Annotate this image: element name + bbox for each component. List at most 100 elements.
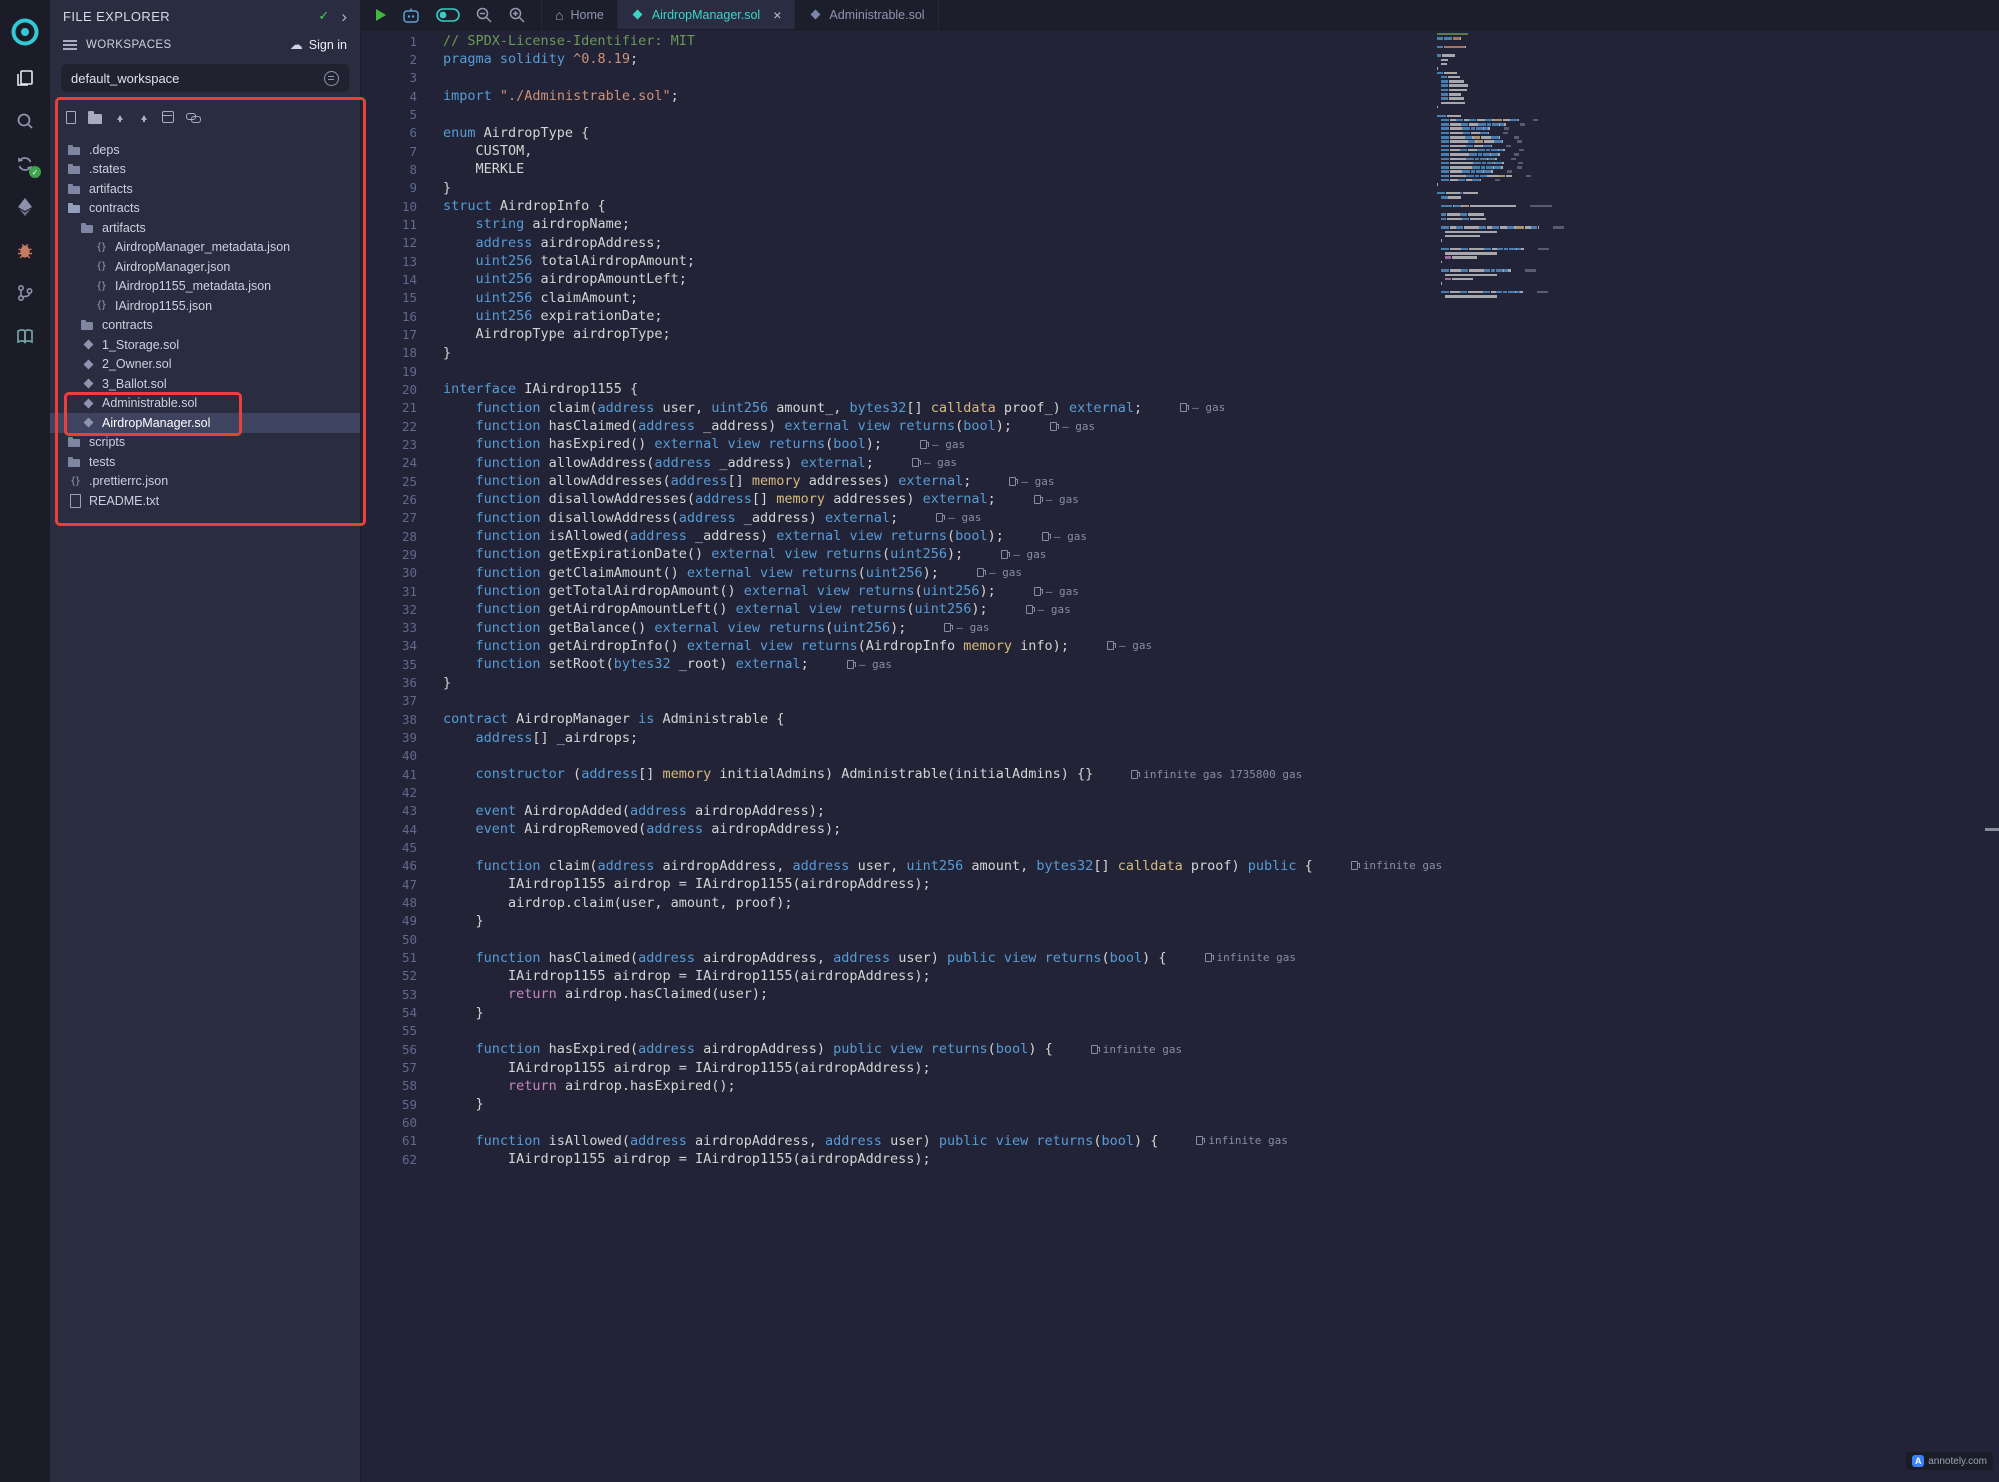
code-line[interactable]: 45 (361, 838, 1999, 856)
workspaces-menu-icon[interactable] (63, 40, 77, 50)
workspace-selector[interactable]: default_workspace (61, 64, 349, 92)
code-line[interactable]: 62 IAirdrop1155 airdrop = IAirdrop1155(a… (361, 1150, 1999, 1168)
publish-to-ipfs-icon[interactable] (162, 111, 174, 123)
code-line[interactable]: 1// SPDX-License-Identifier: MIT (361, 32, 1999, 50)
code-line[interactable]: 22 function hasClaimed(address _address)… (361, 417, 1999, 435)
code-line[interactable]: 58 return airdrop.hasExpired(); (361, 1077, 1999, 1095)
code-line[interactable]: 4import "./Administrable.sol"; (361, 87, 1999, 105)
tree-item-2-owner-sol[interactable]: 2_Owner.sol (50, 355, 360, 375)
tree-item-artifacts[interactable]: artifacts (50, 218, 360, 238)
code-line[interactable]: 57 IAirdrop1155 airdrop = IAirdrop1155(a… (361, 1058, 1999, 1076)
zoom-out-icon[interactable] (475, 6, 493, 24)
tree-item-airdropmanager-sol[interactable]: AirdropManager.sol (50, 413, 360, 433)
close-tab-icon[interactable]: × (773, 8, 781, 22)
code-line[interactable]: 37 (361, 692, 1999, 710)
code-line[interactable]: 16 uint256 expirationDate; (361, 307, 1999, 325)
code-line[interactable]: 55 (361, 1022, 1999, 1040)
tab-home[interactable]: ⌂Home (542, 0, 618, 29)
code-line[interactable]: 11 string airdropName; (361, 215, 1999, 233)
minimap[interactable] (1437, 32, 1565, 298)
tree-item-iairdrop1155-json[interactable]: {}IAirdrop1155.json (50, 296, 360, 316)
code-line[interactable]: 61 function isAllowed(address airdropAdd… (361, 1132, 1999, 1150)
code-line[interactable]: 20interface IAirdrop1155 { (361, 380, 1999, 398)
code-line[interactable]: 60 (361, 1113, 1999, 1131)
tree-item-3-ballot-sol[interactable]: 3_Ballot.sol (50, 374, 360, 394)
sign-in-button[interactable]: ☁ Sign in (290, 37, 347, 53)
code-line[interactable]: 6enum AirdropType { (361, 124, 1999, 142)
code-editor[interactable]: 1// SPDX-License-Identifier: MIT2pragma … (361, 30, 1999, 1482)
tree-item--deps[interactable]: .deps (50, 140, 360, 160)
code-line[interactable]: 5 (361, 105, 1999, 123)
code-line[interactable]: 56 function hasExpired(address airdropAd… (361, 1040, 1999, 1058)
code-line[interactable]: 2pragma solidity ^0.8.19; (361, 50, 1999, 68)
tree-item-scripts[interactable]: scripts (50, 433, 360, 453)
code-line[interactable]: 46 function claim(address airdropAddress… (361, 857, 1999, 875)
zoom-in-icon[interactable] (508, 6, 526, 24)
tree-item-administrable-sol[interactable]: Administrable.sol (50, 394, 360, 414)
code-line[interactable]: 21 function claim(address user, uint256 … (361, 399, 1999, 417)
code-line[interactable]: 31 function getTotalAirdropAmount() exte… (361, 582, 1999, 600)
code-line[interactable]: 14 uint256 airdropAmountLeft; (361, 270, 1999, 288)
code-line[interactable]: 10struct AirdropInfo { (361, 197, 1999, 215)
file-explorer-icon[interactable] (0, 56, 50, 99)
publish-to-gist-icon[interactable] (186, 111, 200, 123)
code-line[interactable]: 47 IAirdrop1155 airdrop = IAirdrop1155(a… (361, 875, 1999, 893)
code-line[interactable]: 7 CUSTOM, (361, 142, 1999, 160)
tab-administrable-sol[interactable]: Administrable.sol (795, 0, 938, 29)
code-line[interactable]: 3 (361, 69, 1999, 87)
plugin-manager-icon[interactable] (0, 314, 50, 357)
code-line[interactable]: 24 function allowAddress(address _addres… (361, 454, 1999, 472)
deploy-run-icon[interactable] (0, 185, 50, 228)
code-line[interactable]: 19 (361, 362, 1999, 380)
workspace-options-icon[interactable] (324, 71, 339, 86)
code-line[interactable]: 38contract AirdropManager is Administrab… (361, 710, 1999, 728)
solidity-compiler-icon[interactable]: ✓ (0, 142, 50, 185)
code-line[interactable]: 8 MERKLE (361, 160, 1999, 178)
code-line[interactable]: 44 event AirdropRemoved(address airdropA… (361, 820, 1999, 838)
code-line[interactable]: 52 IAirdrop1155 airdrop = IAirdrop1155(a… (361, 967, 1999, 985)
create-folder-icon[interactable] (88, 114, 102, 124)
code-line[interactable]: 40 (361, 747, 1999, 765)
create-file-icon[interactable] (66, 111, 76, 124)
code-line[interactable]: 48 airdrop.claim(user, amount, proof); (361, 893, 1999, 911)
code-line[interactable]: 42 (361, 783, 1999, 801)
tree-item-artifacts[interactable]: artifacts (50, 179, 360, 199)
code-line[interactable]: 41 constructor (address[] memory initial… (361, 765, 1999, 783)
code-line[interactable]: 51 function hasClaimed(address airdropAd… (361, 948, 1999, 966)
search-icon[interactable] (0, 99, 50, 142)
code-line[interactable]: 28 function isAllowed(address _address) … (361, 527, 1999, 545)
code-line[interactable]: 29 function getExpirationDate() external… (361, 545, 1999, 563)
upload-folder-icon[interactable] (138, 111, 150, 124)
debugger-icon[interactable] (0, 228, 50, 271)
tree-item-contracts[interactable]: contracts (50, 316, 360, 336)
scrollbar-marker[interactable] (1985, 828, 1999, 831)
code-line[interactable]: 9} (361, 179, 1999, 197)
ai-copilot-icon[interactable] (401, 7, 421, 23)
copilot-toggle[interactable] (436, 8, 460, 22)
tree-item--prettierrc-json[interactable]: {}.prettierrc.json (50, 472, 360, 492)
tree-item-airdropmanager-json[interactable]: {}AirdropManager.json (50, 257, 360, 277)
code-line[interactable]: 35 function setRoot(bytes32 _root) exter… (361, 655, 1999, 673)
code-line[interactable]: 39 address[] _airdrops; (361, 728, 1999, 746)
code-line[interactable]: 50 (361, 930, 1999, 948)
tab-airdropmanager-sol[interactable]: AirdropManager.sol× (618, 0, 796, 29)
code-line[interactable]: 32 function getAirdropAmountLeft() exter… (361, 600, 1999, 618)
code-line[interactable]: 43 event AirdropAdded(address airdropAdd… (361, 802, 1999, 820)
tree-item-airdropmanager-metadata-json[interactable]: {}AirdropManager_metadata.json (50, 238, 360, 258)
tree-item-readme-txt[interactable]: README.txt (50, 491, 360, 511)
run-script-button[interactable] (376, 9, 386, 21)
code-line[interactable]: 25 function allowAddresses(address[] mem… (361, 472, 1999, 490)
code-line[interactable]: 13 uint256 totalAirdropAmount; (361, 252, 1999, 270)
tree-item-1-storage-sol[interactable]: 1_Storage.sol (50, 335, 360, 355)
code-line[interactable]: 12 address airdropAddress; (361, 234, 1999, 252)
code-line[interactable]: 30 function getClaimAmount() external vi… (361, 564, 1999, 582)
code-line[interactable]: 18} (361, 344, 1999, 362)
tree-item-iairdrop1155-metadata-json[interactable]: {}IAirdrop1155_metadata.json (50, 277, 360, 297)
tree-item-tests[interactable]: tests (50, 452, 360, 472)
code-line[interactable]: 33 function getBalance() external view r… (361, 619, 1999, 637)
code-line[interactable]: 27 function disallowAddress(address _add… (361, 509, 1999, 527)
code-line[interactable]: 26 function disallowAddresses(address[] … (361, 490, 1999, 508)
tree-item-contracts[interactable]: contracts (50, 199, 360, 219)
git-icon[interactable] (0, 271, 50, 314)
code-line[interactable]: 36} (361, 673, 1999, 691)
